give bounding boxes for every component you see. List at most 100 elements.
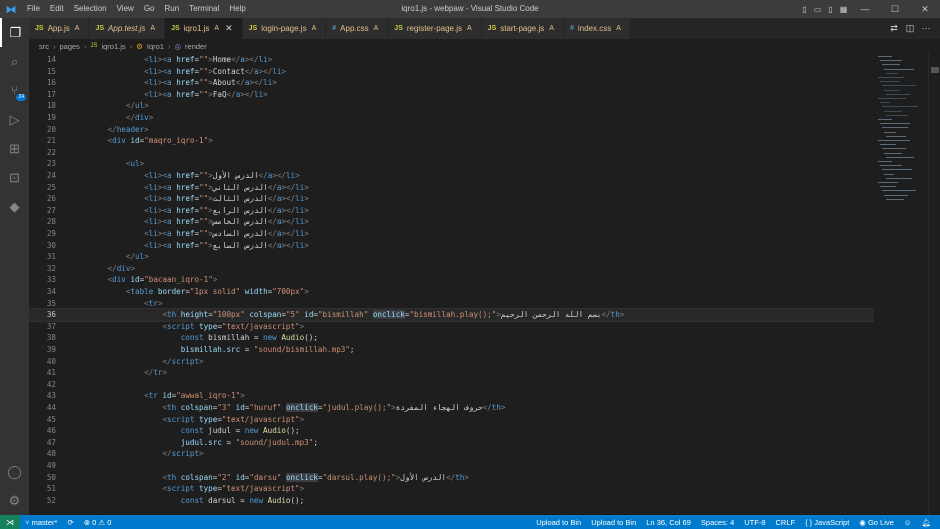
code-line[interactable]: 30 <li><a href="">الدرس السابع</a></li> xyxy=(29,240,874,252)
code-line[interactable]: 51 <script type="text/javascript"> xyxy=(29,483,874,495)
indentation[interactable]: Spaces: 4 xyxy=(696,518,739,527)
split-editor-icon[interactable]: ◫ xyxy=(902,23,918,34)
language-mode[interactable]: { } JavaScript xyxy=(800,518,854,527)
code-line[interactable]: 31 </ul> xyxy=(29,251,874,263)
toggle-secondary-sidebar-icon[interactable]: ▯ xyxy=(824,5,837,14)
code-line[interactable]: 28 <li><a href="">الدرس الخامس</a></li> xyxy=(29,216,874,228)
run-debug-icon[interactable]: ▷ xyxy=(0,105,29,134)
breadcrumb-src[interactable]: src xyxy=(39,42,49,51)
upload-to-bin-2[interactable]: Upload to Bin xyxy=(586,518,641,527)
code-line[interactable]: 45 <script type="text/javascript"> xyxy=(29,414,874,426)
encoding[interactable]: UTF-8 xyxy=(739,518,770,527)
scrollbar-thumb[interactable] xyxy=(931,67,939,73)
code-line[interactable]: 21 <div id="maqro_iqro-1"> xyxy=(29,135,874,147)
menu-run[interactable]: Run xyxy=(159,0,184,18)
code-line[interactable]: 44 <th colspan="3" id="huruf" onclick="j… xyxy=(29,402,874,414)
menu-help[interactable]: Help xyxy=(224,0,250,18)
code-line[interactable]: 22 xyxy=(29,147,874,159)
notifications-icon[interactable]: 🔔︎ xyxy=(916,518,936,527)
menu-selection[interactable]: Selection xyxy=(69,0,112,18)
code-line[interactable]: 19 </div> xyxy=(29,112,874,124)
minimap[interactable] xyxy=(874,53,928,515)
tab-app-js[interactable]: JS App.js A xyxy=(29,18,90,39)
code-line[interactable]: 34 <table border="1px solid" width="700p… xyxy=(29,286,874,298)
code-line[interactable]: 39 bismillah.src = "sound/bismillah.mp3"… xyxy=(29,344,874,356)
breadcrumb-file[interactable]: iqro1.js xyxy=(101,42,125,51)
tab-login-page-js[interactable]: JS login-page.js A xyxy=(242,18,327,39)
git-branch[interactable]: ⑂ master* xyxy=(20,518,62,527)
remote-indicator-icon[interactable]: ⋊ xyxy=(0,515,20,529)
vertical-scrollbar[interactable] xyxy=(928,53,940,515)
problems-indicator[interactable]: ⊗ 0 ⚠ 0 xyxy=(79,518,117,527)
code-line[interactable]: 27 <li><a href="">الدرس الرابع</a></li> xyxy=(29,205,874,217)
minimize-icon[interactable]: — xyxy=(850,4,880,14)
feedback-icon[interactable]: ☺ xyxy=(899,518,917,527)
code-line[interactable]: 40 </script> xyxy=(29,356,874,368)
code-editor[interactable]: 14 <li><a href="">Home</a></li> 15 <li><a… xyxy=(29,53,874,515)
more-actions-icon[interactable]: ⋯ xyxy=(918,23,934,34)
code-line[interactable]: 50 <th colspan="2" id="darsu" onclick="d… xyxy=(29,472,874,484)
menu-file[interactable]: File xyxy=(22,0,45,18)
go-live[interactable]: ◉ Go Live xyxy=(854,518,899,527)
code-line[interactable]: 20 </header> xyxy=(29,124,874,136)
code-line[interactable]: 18 </ul> xyxy=(29,100,874,112)
code-line[interactable]: 23 <ul> xyxy=(29,158,874,170)
toggle-primary-sidebar-icon[interactable]: ▯ xyxy=(798,5,811,14)
code-line[interactable]: 43 <tr id="awwal_iqro-1"> xyxy=(29,390,874,402)
maximize-icon[interactable]: ☐ xyxy=(880,4,910,15)
code-line[interactable]: 25 <li><a href="">الدرس الثاني</a></li> xyxy=(29,182,874,194)
tab-register-page-js[interactable]: JS register-page.js A xyxy=(388,18,482,39)
code-line[interactable]: 47 judul.src = "sound/judul.mp3"; xyxy=(29,437,874,449)
menu-view[interactable]: View xyxy=(112,0,139,18)
code-line[interactable]: 24 <li><a href="">الدرس الأول</a></li> xyxy=(29,170,874,182)
code-text: const judul = new Audio(); xyxy=(180,426,300,436)
tab-iqro1-js[interactable]: JS iqro1.js A ✕ xyxy=(165,18,243,39)
close-window-icon[interactable]: ✕ xyxy=(910,4,940,15)
toggle-panel-icon[interactable]: ▭ xyxy=(811,5,824,14)
code-line[interactable]: 33 <div id="bacaan_iqro-1"> xyxy=(29,274,874,286)
code-line[interactable]: 36 <th height="100px" colspan="5" id="bi… xyxy=(29,308,874,322)
compare-changes-icon[interactable]: ⇄ xyxy=(886,23,902,34)
close-tab-icon[interactable]: ✕ xyxy=(225,23,233,34)
customize-layout-icon[interactable]: ▦ xyxy=(837,5,850,14)
code-line[interactable]: 14 <li><a href="">Home</a></li> xyxy=(29,54,874,66)
tab-app-test-js[interactable]: JS App.test.js A xyxy=(89,18,166,39)
tab-app-css[interactable]: # App.css A xyxy=(326,18,389,39)
account-icon[interactable]: ◯ xyxy=(0,457,29,486)
menu-go[interactable]: Go xyxy=(139,0,160,18)
extensions-icon[interactable]: ⊞ xyxy=(0,134,29,163)
search-icon[interactable]: ⌕ xyxy=(0,47,29,76)
menu-edit[interactable]: Edit xyxy=(45,0,69,18)
code-line[interactable]: 38 const bismillah = new Audio(); xyxy=(29,332,874,344)
code-line[interactable]: 16 <li><a href="">About</a></li> xyxy=(29,77,874,89)
code-line[interactable]: 35 <tr> xyxy=(29,298,874,310)
code-line[interactable]: 46 const judul = new Audio(); xyxy=(29,425,874,437)
breadcrumb-pages[interactable]: pages xyxy=(60,42,80,51)
settings-icon[interactable]: ⚙ xyxy=(0,486,29,515)
tab-index-css[interactable]: # index.css A xyxy=(563,18,631,39)
code-line[interactable]: 32 </div> xyxy=(29,263,874,275)
upload-to-bin-1[interactable]: Upload to Bin xyxy=(531,518,586,527)
code-line[interactable]: 29 <li><a href="">الدرس السادس</a></li> xyxy=(29,228,874,240)
docker-icon[interactable]: ◆ xyxy=(0,192,29,221)
code-line[interactable]: 52 const darsul = new Audio(); xyxy=(29,495,874,507)
code-line[interactable]: 49 xyxy=(29,460,874,472)
code-line[interactable]: 48 </script> xyxy=(29,448,874,460)
source-control-icon[interactable]: ⑂ 24 xyxy=(0,76,29,105)
tab-start-page-js[interactable]: JS start-page.js A xyxy=(481,18,564,39)
code-line[interactable]: 15 <li><a href="">Contact</a></li> xyxy=(29,66,874,78)
breadcrumb-class[interactable]: Iqro1 xyxy=(147,42,164,51)
cursor-position[interactable]: Ln 36, Col 69 xyxy=(641,518,696,527)
code-text: <li><a href="">FaQ</a></li> xyxy=(144,89,268,99)
code-line[interactable]: 42 xyxy=(29,379,874,391)
end-of-line[interactable]: CRLF xyxy=(771,518,801,527)
code-line[interactable]: 41 </tr> xyxy=(29,367,874,379)
remote-explorer-icon[interactable]: ⊡ xyxy=(0,163,29,192)
menu-terminal[interactable]: Terminal xyxy=(184,0,224,18)
code-line[interactable]: 37 <script type="text/javascript"> xyxy=(29,321,874,333)
code-line[interactable]: 17 <li><a href="">FaQ</a></li> xyxy=(29,89,874,101)
files-icon[interactable]: ❐ xyxy=(0,18,29,47)
breadcrumb-method[interactable]: render xyxy=(185,42,207,51)
sync-icon[interactable]: ⟳ xyxy=(62,518,78,527)
code-line[interactable]: 26 <li><a href="">الدرس الثالث</a></li> xyxy=(29,193,874,205)
